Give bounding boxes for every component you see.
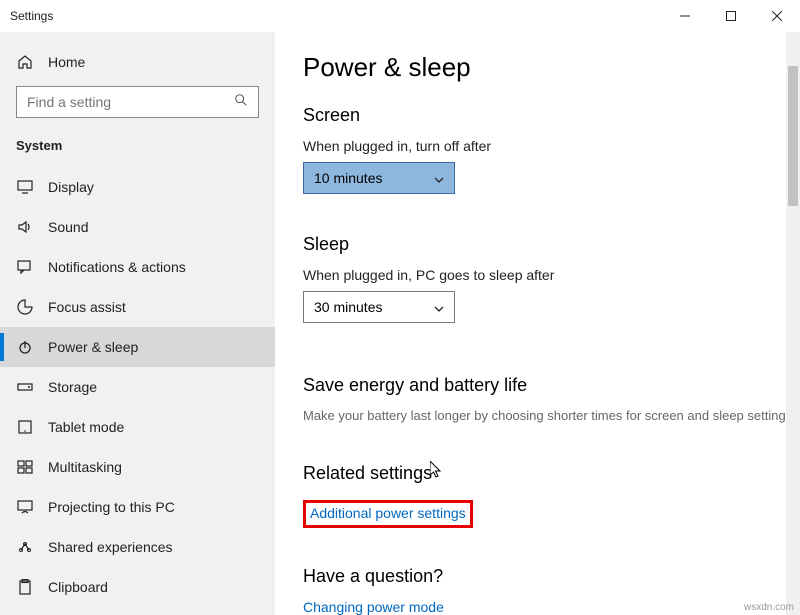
additional-power-settings-link[interactable]: Additional power settings [310, 505, 466, 521]
dropdown-value: 30 minutes [314, 299, 382, 315]
section-related-heading: Related settings [303, 463, 800, 484]
sleep-after-dropdown[interactable]: 30 minutes [303, 291, 455, 323]
scrollbar[interactable] [786, 32, 800, 615]
sidebar-item-multitasking[interactable]: Multitasking [0, 447, 275, 487]
sidebar-item-focus-assist[interactable]: Focus assist [0, 287, 275, 327]
window-title: Settings [10, 9, 662, 23]
changing-power-mode-link[interactable]: Changing power mode [303, 599, 444, 615]
shared-icon [16, 540, 34, 554]
storage-icon [16, 381, 34, 393]
nav-label: Clipboard [48, 579, 108, 595]
chevron-down-icon [434, 299, 444, 315]
nav-label: Sound [48, 219, 88, 235]
maximize-button[interactable] [708, 0, 754, 32]
search-input[interactable] [16, 86, 259, 118]
screen-off-label: When plugged in, turn off after [303, 138, 800, 154]
sound-icon [16, 220, 34, 234]
search-field[interactable] [27, 94, 234, 110]
nav-label: Display [48, 179, 94, 195]
sidebar-item-projecting[interactable]: Projecting to this PC [0, 487, 275, 527]
window-controls [662, 0, 800, 32]
scroll-thumb[interactable] [788, 66, 798, 206]
nav-label: Focus assist [48, 299, 126, 315]
nav-label: Shared experiences [48, 539, 173, 555]
power-icon [16, 339, 34, 355]
screen-off-dropdown[interactable]: 10 minutes [303, 162, 455, 194]
sidebar-section-label: System [0, 132, 275, 167]
multitasking-icon [16, 460, 34, 474]
nav-label: Storage [48, 379, 97, 395]
nav-label: Multitasking [48, 459, 122, 475]
energy-description: Make your battery last longer by choosin… [303, 408, 800, 423]
search-icon [234, 93, 248, 112]
sidebar-home[interactable]: Home [0, 46, 275, 78]
home-icon [16, 54, 34, 70]
section-screen-heading: Screen [303, 105, 800, 126]
nav-label: Tablet mode [48, 419, 124, 435]
projecting-icon [16, 500, 34, 514]
sidebar-item-shared-experiences[interactable]: Shared experiences [0, 527, 275, 567]
clipboard-icon [16, 579, 34, 595]
tablet-icon [16, 420, 34, 434]
notifications-icon [16, 260, 34, 274]
section-question-heading: Have a question? [303, 566, 800, 587]
sleep-after-label: When plugged in, PC goes to sleep after [303, 267, 800, 283]
minimize-button[interactable] [662, 0, 708, 32]
sidebar-nav: Display Sound Notifications & actions Fo… [0, 167, 275, 607]
dropdown-value: 10 minutes [314, 170, 382, 186]
sidebar-item-storage[interactable]: Storage [0, 367, 275, 407]
close-button[interactable] [754, 0, 800, 32]
sidebar-item-tablet-mode[interactable]: Tablet mode [0, 407, 275, 447]
titlebar: Settings [0, 0, 800, 32]
annotation-highlight: Additional power settings [303, 500, 473, 528]
sidebar-item-sound[interactable]: Sound [0, 207, 275, 247]
chevron-down-icon [434, 170, 444, 186]
section-energy-heading: Save energy and battery life [303, 375, 800, 396]
sidebar: Home System Display Sound [0, 32, 275, 615]
section-sleep-heading: Sleep [303, 234, 800, 255]
sidebar-item-notifications[interactable]: Notifications & actions [0, 247, 275, 287]
nav-label: Power & sleep [48, 339, 138, 355]
nav-label: Projecting to this PC [48, 499, 175, 515]
main-content: Power & sleep Screen When plugged in, tu… [275, 32, 800, 615]
sidebar-home-label: Home [48, 54, 85, 70]
sidebar-item-clipboard[interactable]: Clipboard [0, 567, 275, 607]
watermark: wsxdn.com [744, 602, 794, 613]
focus-assist-icon [16, 299, 34, 315]
sidebar-item-power-sleep[interactable]: Power & sleep [0, 327, 275, 367]
page-title: Power & sleep [303, 52, 800, 83]
display-icon [16, 180, 34, 194]
sidebar-item-display[interactable]: Display [0, 167, 275, 207]
nav-label: Notifications & actions [48, 259, 186, 275]
